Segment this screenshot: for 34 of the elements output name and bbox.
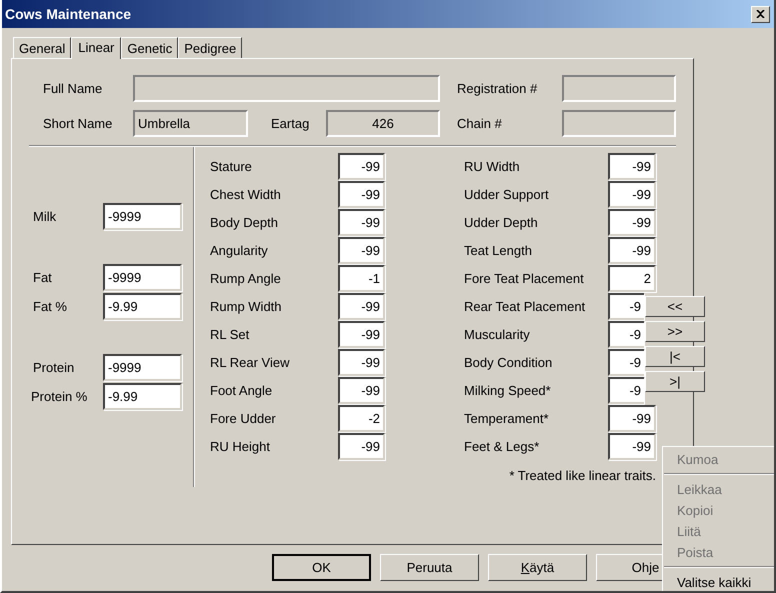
trait-label: Teat Length bbox=[464, 242, 533, 258]
field-label: Milk bbox=[33, 209, 58, 224]
trait-label: Milking Speed* bbox=[464, 382, 552, 398]
trait-label: Chest Width bbox=[210, 186, 282, 202]
field-label: Fat bbox=[33, 270, 53, 285]
field-label: Fat % bbox=[33, 299, 68, 314]
trait-label: Udder Depth bbox=[464, 214, 539, 230]
field-label: Protein bbox=[33, 360, 76, 375]
trait-label: Temperament* bbox=[464, 410, 550, 426]
field-label: Protein % bbox=[31, 389, 88, 404]
trait-label: RU Width bbox=[464, 158, 521, 174]
trait-label: Muscularity bbox=[464, 326, 531, 342]
trait-label: Feet & Legs* bbox=[464, 438, 540, 454]
trait-label: Rump Angle bbox=[210, 270, 282, 286]
trait-label: Fore Udder bbox=[210, 410, 277, 426]
trait-label: RU Height bbox=[210, 438, 271, 454]
field-label: Short Name bbox=[43, 116, 114, 131]
trait-label: Rump Width bbox=[210, 298, 283, 314]
trait-label: Body Depth bbox=[210, 214, 279, 230]
trait-label: Foot Angle bbox=[210, 382, 274, 398]
trait-label: Body Condition bbox=[464, 354, 554, 370]
field-label: Full Name bbox=[43, 81, 104, 96]
trait-label: Udder Support bbox=[464, 186, 550, 202]
window-title: Cows Maintenance bbox=[5, 6, 132, 22]
trait-label: Stature bbox=[210, 158, 253, 174]
trait-label: Fore Teat Placement bbox=[464, 270, 585, 286]
trait-label: Rear Teat Placement bbox=[464, 298, 586, 314]
field-label: Chain # bbox=[457, 116, 503, 131]
trait-label: RL Set bbox=[210, 326, 250, 342]
field-label: Registration # bbox=[457, 81, 538, 96]
trait-label: Angularity bbox=[210, 242, 269, 258]
trait-label: RL Rear View bbox=[210, 354, 290, 370]
field-label: Eartag bbox=[271, 116, 310, 131]
footnote: * Treated like linear traits. bbox=[508, 468, 656, 483]
